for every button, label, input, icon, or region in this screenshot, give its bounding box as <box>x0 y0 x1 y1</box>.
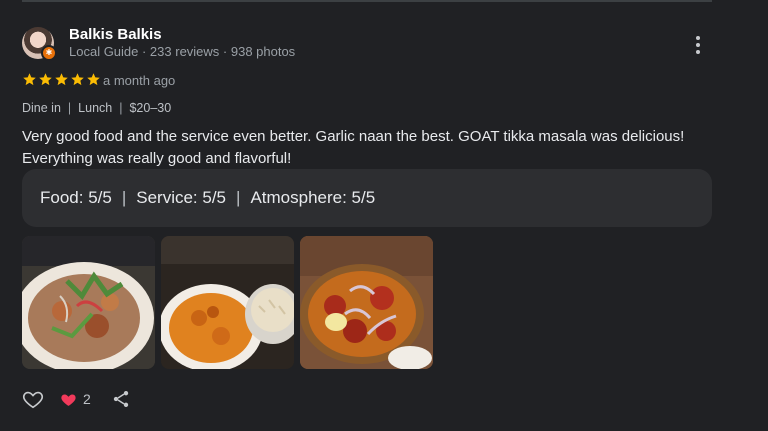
star-icon <box>55 73 68 86</box>
atmosphere-rating: Atmosphere: 5/5 <box>250 188 376 207</box>
separator: | <box>119 101 123 115</box>
review-photos <box>22 236 433 369</box>
price-range: $20–30 <box>129 101 172 115</box>
share-icon <box>113 391 128 407</box>
review-actions: 2 <box>22 388 131 410</box>
review-text: Very good food and the service even bett… <box>22 126 712 170</box>
food-rating: Food: 5/5 <box>40 188 112 207</box>
author-meta: Local Guide · 233 reviews · 938 photos <box>69 44 296 59</box>
star-icon <box>23 73 36 86</box>
separator: | <box>236 188 241 207</box>
star-icon <box>87 73 100 86</box>
review-text-line: Everything was really good and flavorful… <box>22 150 292 167</box>
heart-outline-icon <box>22 391 44 409</box>
local-guide-badge-icon: ✱ <box>41 45 57 61</box>
star-rating <box>22 72 101 87</box>
heart-filled-icon <box>61 394 76 406</box>
service-rating: Service: 5/5 <box>136 188 227 207</box>
star-icon <box>71 73 84 86</box>
tandoori-photo[interactable] <box>300 236 433 369</box>
separator: | <box>121 188 127 207</box>
like-button[interactable] <box>22 388 44 410</box>
share-button[interactable] <box>111 389 131 409</box>
ratings-summary: Food: 5/5 | Service: 5/5 | Atmosphere: 5… <box>22 169 712 227</box>
visit-details: Dine in | Lunch | $20–30 <box>22 101 171 115</box>
service-type: Dine in <box>22 101 61 115</box>
curry-photo[interactable] <box>161 236 294 369</box>
avatar[interactable]: ✱ <box>22 27 57 61</box>
food-photo[interactable] <box>22 236 155 369</box>
separator: | <box>67 101 72 115</box>
review-time: a month ago <box>103 73 176 88</box>
review-text-line: Very good food and the service even bett… <box>22 128 685 145</box>
meal-type: Lunch <box>78 101 113 115</box>
more-options-button[interactable] <box>686 33 710 57</box>
star-icon <box>39 73 52 86</box>
divider <box>22 0 712 2</box>
like-count: 2 <box>83 391 91 407</box>
likes-indicator[interactable]: 2 <box>60 391 91 408</box>
more-vert-icon <box>696 36 700 40</box>
author-name[interactable]: Balkis Balkis <box>69 26 162 43</box>
